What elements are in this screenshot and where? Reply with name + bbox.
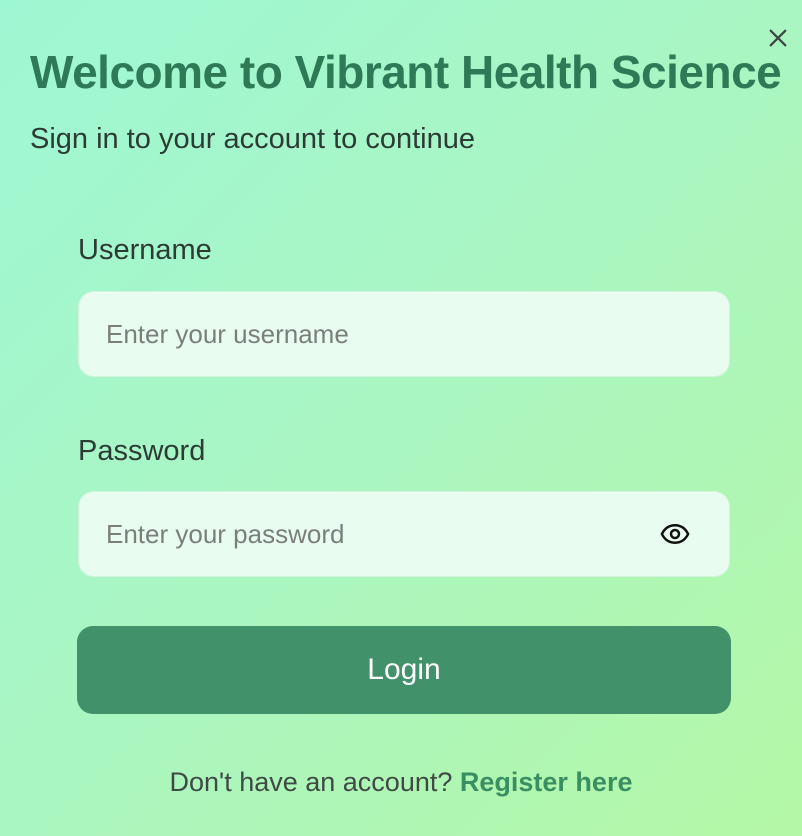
password-label: Password	[78, 435, 206, 467]
login-button[interactable]: Login	[77, 626, 731, 714]
username-field-container	[78, 291, 730, 377]
password-input[interactable]	[104, 517, 648, 551]
register-prompt: Don't have an account? Register here	[0, 764, 802, 800]
eye-icon	[660, 523, 690, 545]
register-link[interactable]: Register here	[460, 767, 633, 797]
register-prompt-text: Don't have an account?	[169, 767, 453, 797]
page-subtitle: Sign in to your account to continue	[30, 123, 475, 155]
password-field-container	[78, 491, 730, 577]
page-title: Welcome to Vibrant Health Science	[30, 46, 782, 98]
username-label: Username	[78, 234, 212, 266]
login-dialog: Welcome to Vibrant Health Science Sign i…	[0, 0, 802, 836]
toggle-password-visibility-button[interactable]	[659, 518, 691, 550]
username-input[interactable]	[104, 317, 648, 351]
